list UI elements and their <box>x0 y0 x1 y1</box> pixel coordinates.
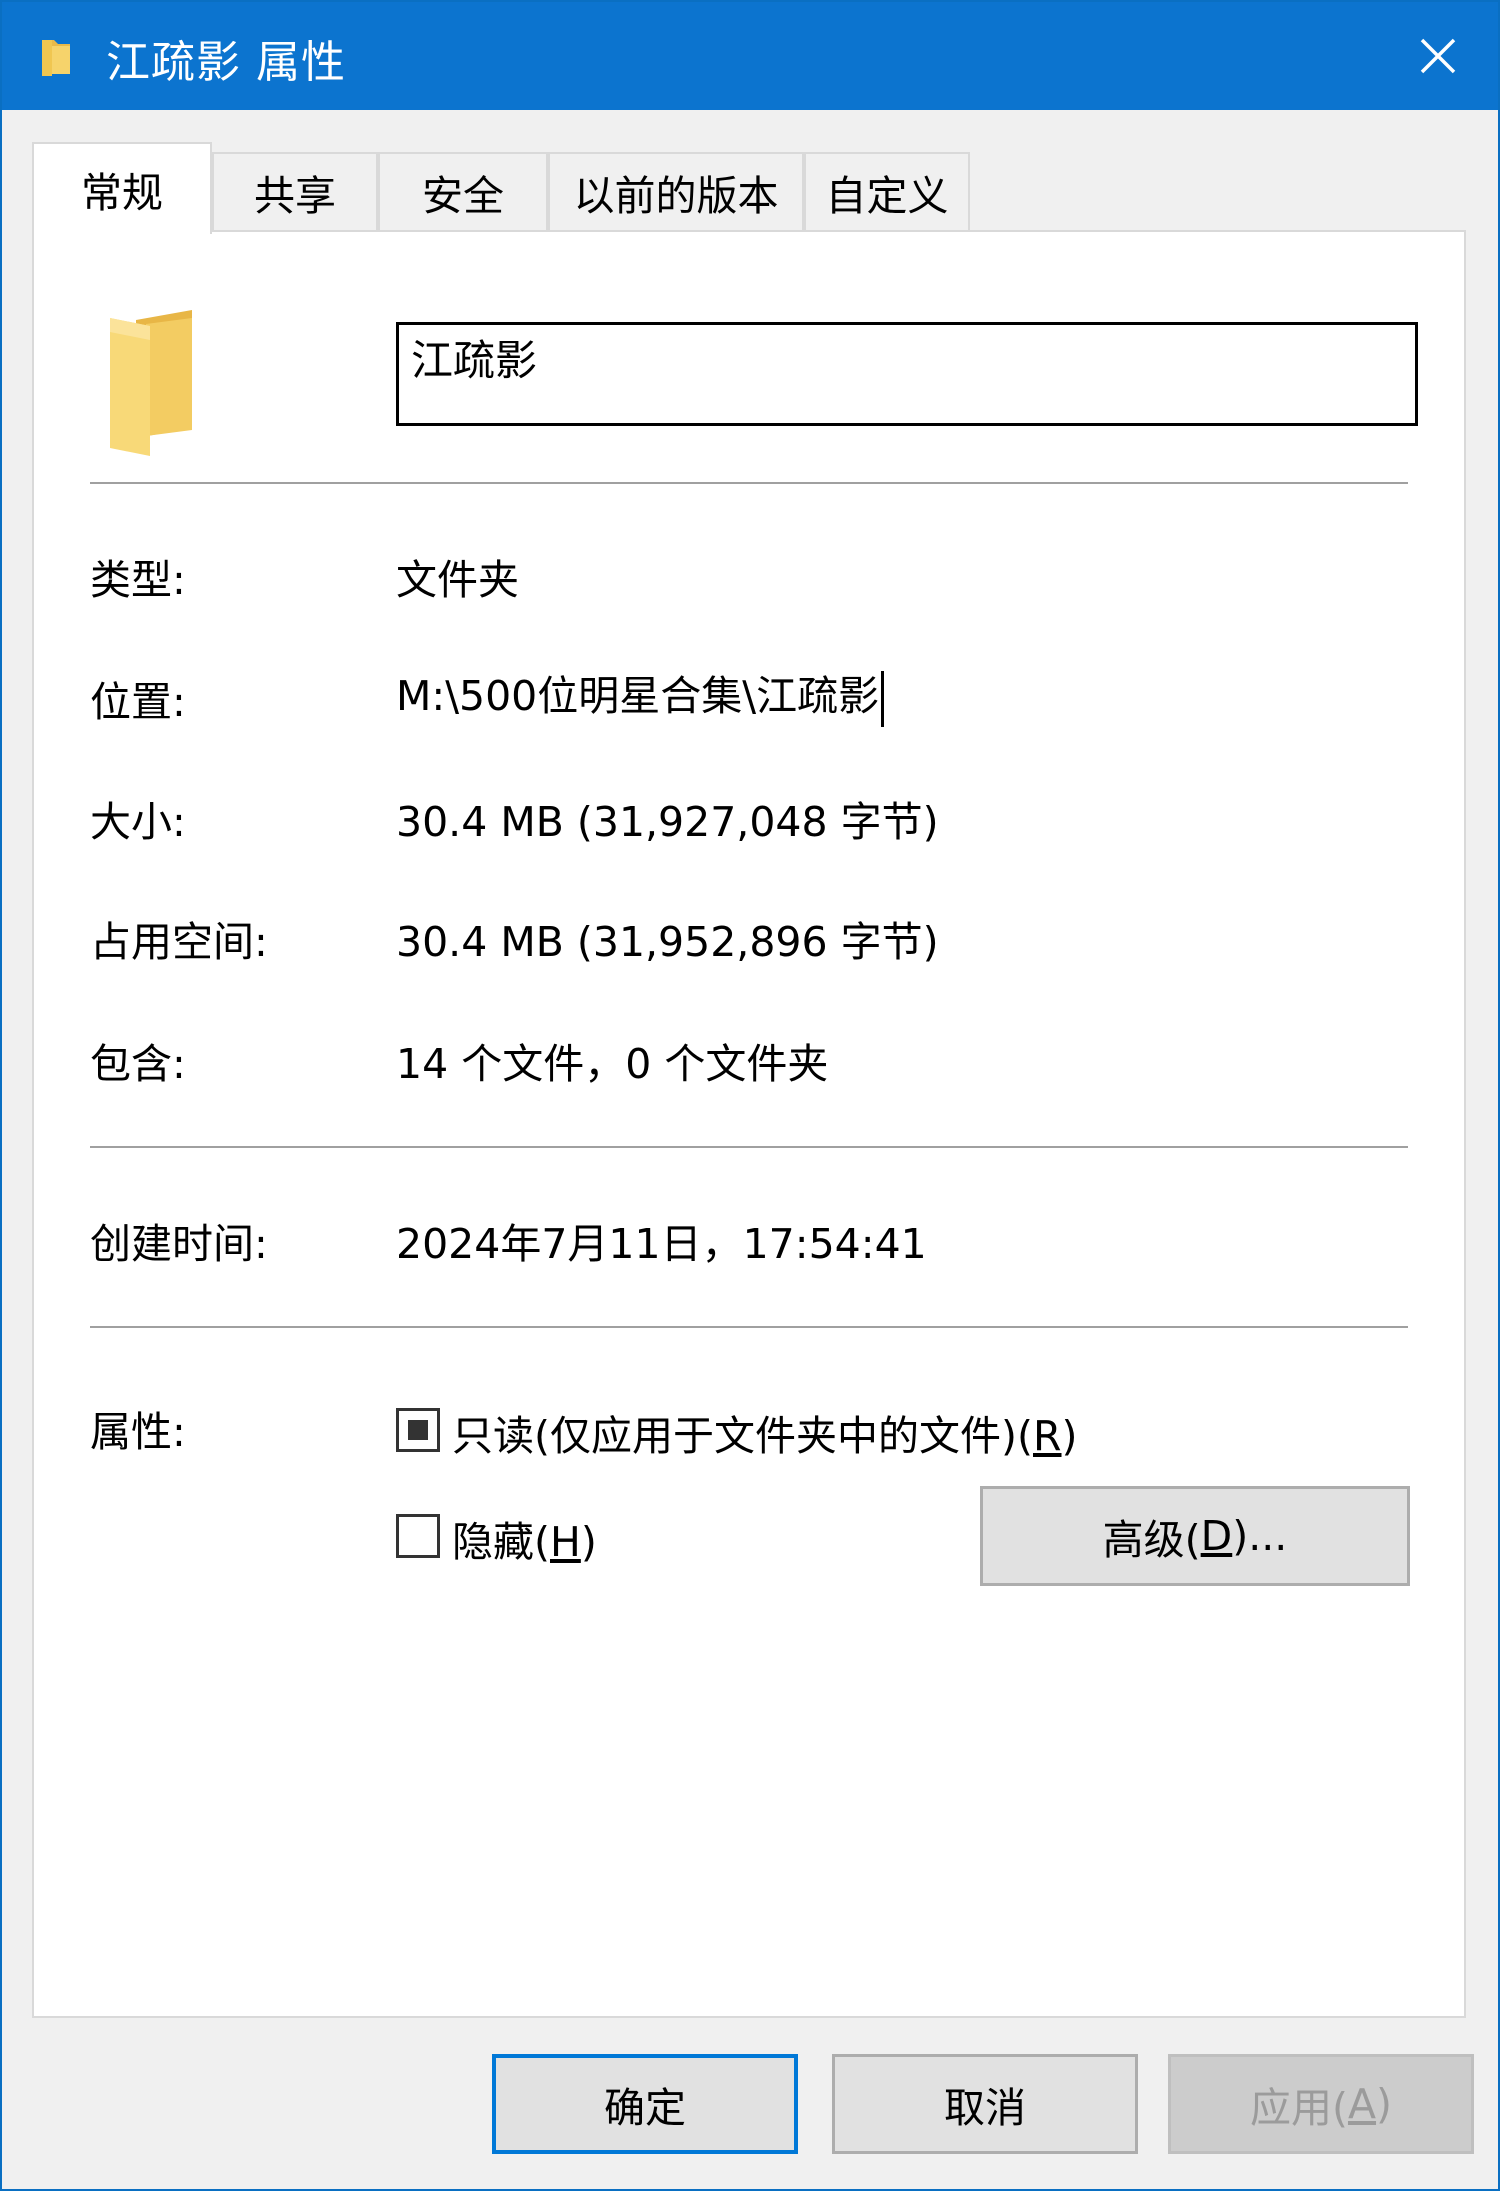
separator <box>90 1146 1408 1148</box>
text-caret <box>881 671 885 727</box>
folder-name-value: 江疏影 <box>411 336 538 385</box>
separator <box>90 482 1408 484</box>
tab-customize-label: 自定义 <box>825 172 949 220</box>
readonly-checkbox-label[interactable]: 只读(仅应用于文件夹中的文件)(R) <box>452 1402 1078 1462</box>
tab-previous-versions-label: 以前的版本 <box>573 172 779 220</box>
tab-sharing-label: 共享 <box>254 172 336 220</box>
location-label: 位置: <box>90 678 186 726</box>
location-value: M:\500位明星合集\江疏影 <box>396 672 880 720</box>
size-value: 30.4 MB (31,927,048 字节) <box>396 798 939 846</box>
properties-dialog: 江疏影 属性 常规 共享 安全 以前的版本 自定义 江疏影 类型: 文件夹 位置… <box>0 0 1500 2191</box>
close-icon <box>1420 38 1456 74</box>
location-field[interactable]: M:\500位明星合集\江疏影 <box>396 662 885 727</box>
advanced-button[interactable]: 高级(D)... <box>980 1486 1410 1586</box>
contains-label: 包含: <box>90 1040 186 1088</box>
separator <box>90 1326 1408 1328</box>
tab-general[interactable]: 常规 <box>32 142 212 234</box>
readonly-checkbox[interactable] <box>396 1408 440 1452</box>
disk-size-value: 30.4 MB (31,952,896 字节) <box>396 918 939 966</box>
cancel-button[interactable]: 取消 <box>832 2054 1138 2154</box>
tab-sharing[interactable]: 共享 <box>212 152 378 230</box>
indeterminate-mark <box>408 1420 428 1440</box>
hidden-checkbox[interactable] <box>396 1514 440 1558</box>
folder-icon <box>106 310 196 464</box>
type-label: 类型: <box>90 556 186 604</box>
contains-value: 14 个文件，0 个文件夹 <box>396 1040 829 1088</box>
tab-security-label: 安全 <box>422 172 504 220</box>
ok-button[interactable]: 确定 <box>492 2054 798 2154</box>
disk-size-label: 占用空间: <box>90 918 268 966</box>
created-label: 创建时间: <box>90 1220 268 1268</box>
folder-name-input[interactable]: 江疏影 <box>396 322 1418 426</box>
title-bar: 江疏影 属性 <box>2 2 1498 110</box>
close-button[interactable] <box>1378 2 1498 110</box>
type-value: 文件夹 <box>396 556 519 604</box>
size-label: 大小: <box>90 798 186 846</box>
window-title: 江疏影 属性 <box>106 37 346 88</box>
tab-customize[interactable]: 自定义 <box>804 152 970 230</box>
tab-general-label: 常规 <box>81 169 163 217</box>
tab-security[interactable]: 安全 <box>378 152 548 230</box>
created-value: 2024年7月11日，17:54:41 <box>396 1220 927 1268</box>
attributes-label: 属性: <box>90 1408 186 1456</box>
folder-icon <box>40 36 74 82</box>
hidden-checkbox-label[interactable]: 隐藏(H) <box>452 1508 597 1568</box>
apply-button[interactable]: 应用(A) <box>1168 2054 1474 2154</box>
general-panel: 江疏影 类型: 文件夹 位置: M:\500位明星合集\江疏影 大小: 30.4… <box>32 230 1466 2018</box>
tab-previous-versions[interactable]: 以前的版本 <box>548 152 804 230</box>
